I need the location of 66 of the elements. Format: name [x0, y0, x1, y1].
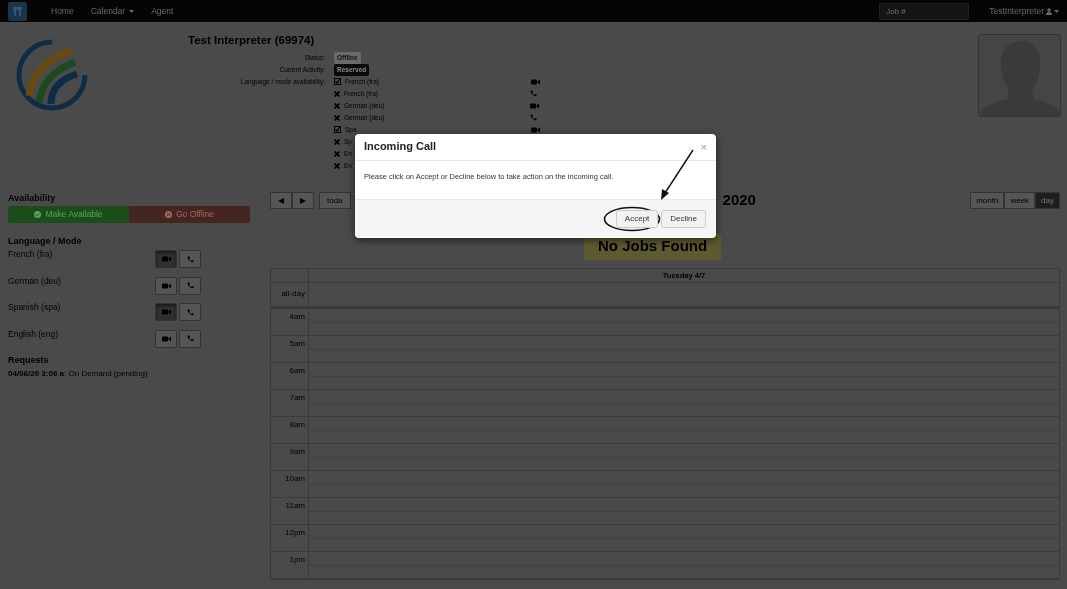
- time-label: 11am: [285, 500, 305, 510]
- interpreter-name: Test Interpreter (69974): [188, 34, 316, 48]
- user-icon: [1046, 7, 1052, 15]
- previous-button[interactable]: [270, 192, 292, 209]
- time-label: 10am: [285, 473, 305, 483]
- video-mode-button[interactable]: [155, 276, 177, 295]
- video-mode-button[interactable]: [155, 329, 177, 348]
- dialog-title: Incoming Call: [364, 140, 437, 154]
- today-button[interactable]: toda: [319, 192, 351, 209]
- arrow-annotation: [659, 149, 695, 201]
- time-label: 9am: [289, 446, 305, 456]
- phone-icon: [186, 308, 194, 316]
- language-label: Spanish (spa): [8, 301, 62, 314]
- decline-button[interactable]: Decline: [661, 209, 706, 228]
- video-camera-icon: [530, 102, 539, 109]
- phone-mode-button[interactable]: [179, 303, 201, 321]
- video-camera-icon: [161, 309, 171, 315]
- video-mode-button[interactable]: [155, 250, 177, 268]
- user-menu[interactable]: TestInterpreter: [989, 4, 1059, 18]
- section-title: Requests: [8, 354, 50, 367]
- phone-mode-button[interactable]: [179, 329, 201, 348]
- time-label: 5am: [289, 338, 305, 348]
- view-tab[interactable]: month: [970, 192, 1005, 209]
- time-label: 4am: [289, 311, 305, 321]
- left-triangle-icon: [278, 197, 284, 204]
- nav-link[interactable]: Calendar: [90, 4, 135, 18]
- calendar-title: 2020: [722, 190, 756, 211]
- phone-icon: [186, 255, 194, 263]
- phone-mode-button[interactable]: [179, 250, 201, 268]
- time-label: 12pm: [285, 527, 305, 537]
- caret-icon: [1054, 9, 1059, 13]
- time-label: 6am: [289, 365, 305, 375]
- section-title: Availability: [8, 192, 57, 205]
- time-label: 7am: [289, 392, 305, 402]
- all-day-label: all-day: [281, 288, 305, 300]
- phone-icon: [186, 282, 194, 289]
- nav-link[interactable]: Home: [51, 4, 74, 18]
- video-camera-icon: [531, 126, 540, 133]
- section-title: Language / Mode: [8, 234, 83, 248]
- search-field[interactable]: Job #: [879, 2, 970, 20]
- phone-icon: [530, 114, 537, 122]
- phone-icon: [530, 90, 537, 98]
- video-camera-icon: [161, 256, 171, 262]
- right-triangle-icon: [300, 197, 306, 204]
- nav-link[interactable]: Agent: [151, 4, 174, 18]
- time-label: 8am: [289, 419, 305, 429]
- language-label: French (fra): [8, 248, 54, 261]
- view-tab[interactable]: day: [1035, 192, 1060, 209]
- x-circle-icon: [164, 210, 172, 218]
- view-tab[interactable]: week: [1004, 192, 1036, 209]
- next-button[interactable]: [292, 192, 314, 209]
- accept-button[interactable]: Accept: [615, 209, 659, 228]
- language-label: German (deu): [8, 274, 62, 288]
- video-camera-icon: [161, 282, 171, 289]
- phone-mode-button[interactable]: [179, 276, 201, 295]
- close-button[interactable]: ×: [700, 141, 707, 153]
- availability-button[interactable]: Go Offline: [129, 205, 250, 223]
- phone-icon: [186, 335, 194, 342]
- logo-icon: [8, 1, 27, 21]
- check-circle-icon: [34, 210, 42, 218]
- language-label: English (eng): [8, 327, 60, 341]
- availability-button[interactable]: Make Available: [8, 205, 129, 223]
- request-item: 04/06/20 3:06 a: On Demand (pending): [8, 367, 149, 380]
- video-mode-button[interactable]: [155, 303, 177, 321]
- video-camera-icon: [531, 78, 540, 85]
- video-camera-icon: [161, 335, 171, 342]
